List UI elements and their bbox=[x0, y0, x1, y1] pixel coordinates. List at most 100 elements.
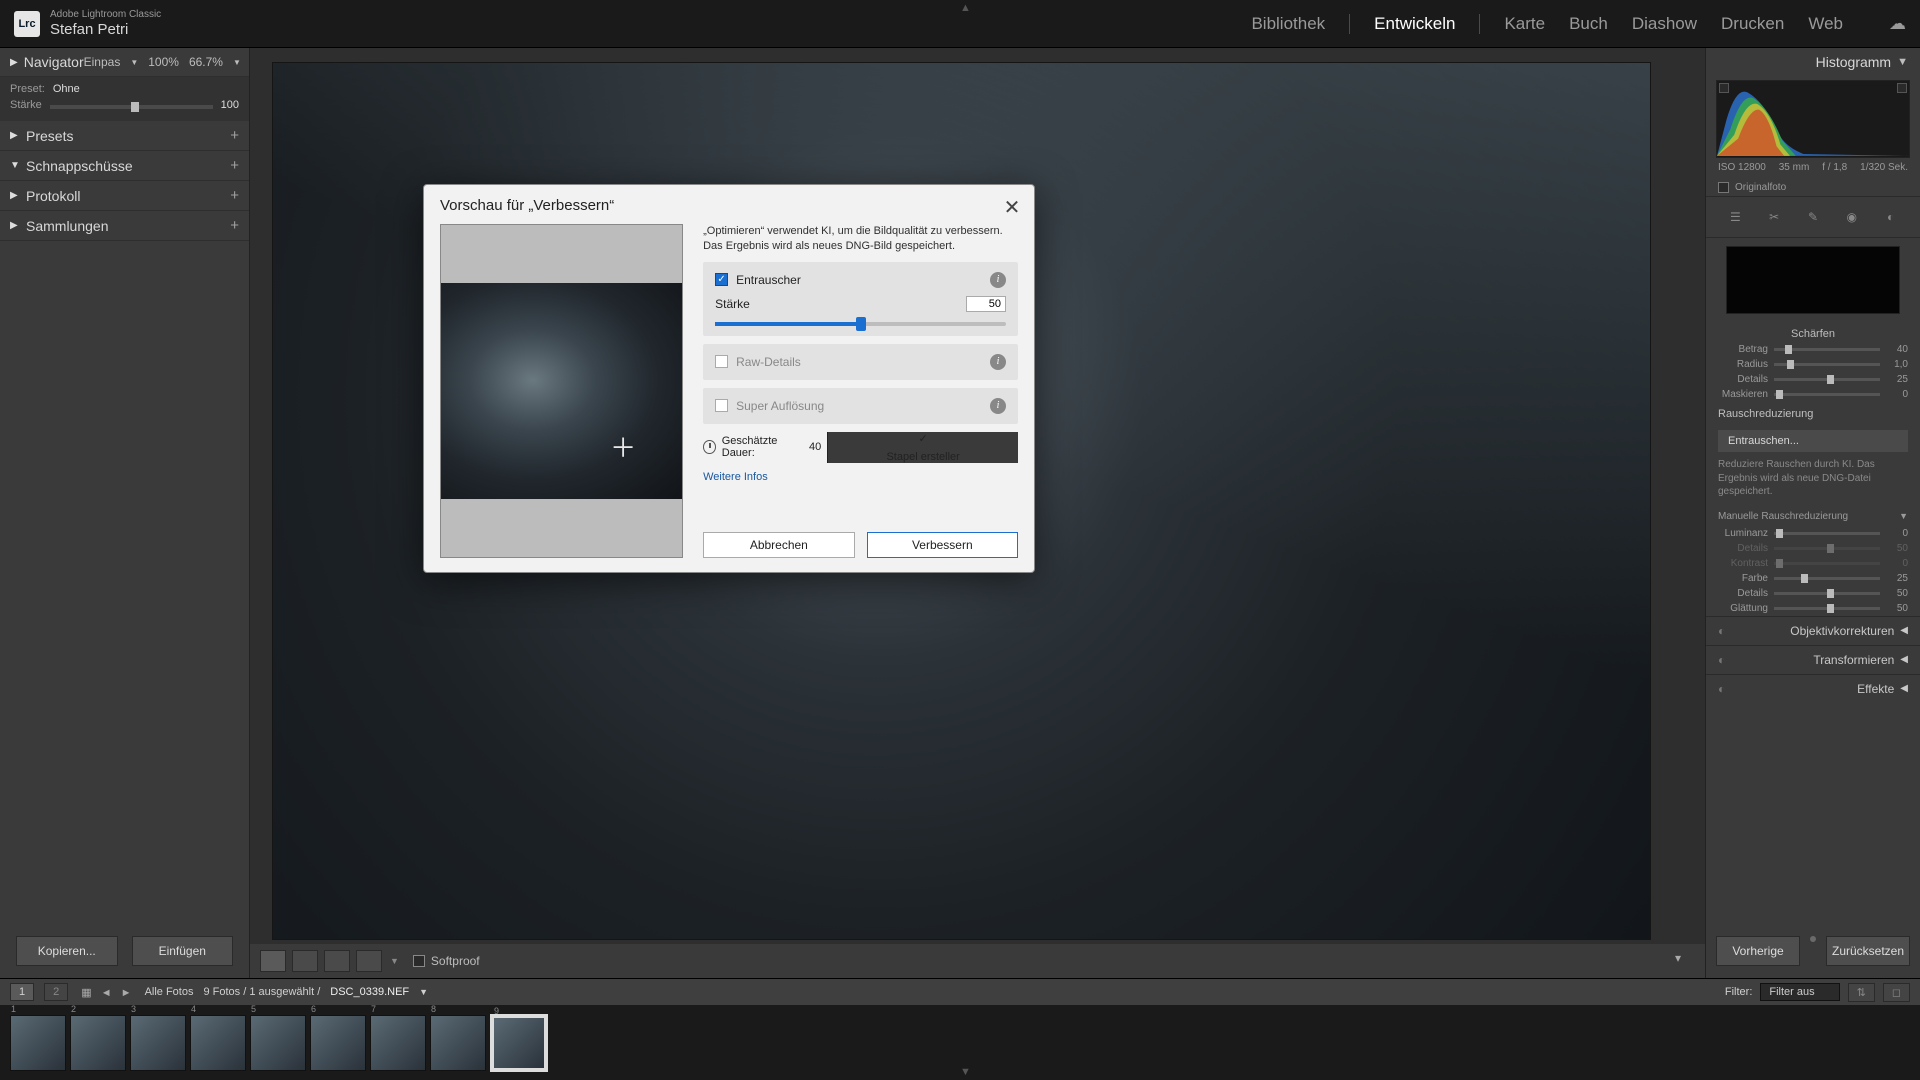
panel-protokoll[interactable]: ▶Protokoll+ bbox=[0, 181, 249, 211]
zoom-fit[interactable]: Einpas bbox=[84, 55, 121, 69]
sharpen-maskieren[interactable]: Maskieren0 bbox=[1706, 387, 1920, 402]
view-loupe-button[interactable] bbox=[260, 950, 286, 972]
softproof-toggle[interactable]: Softproof bbox=[413, 954, 480, 968]
panel-presets[interactable]: ▶Presets+ bbox=[0, 121, 249, 151]
info-icon[interactable]: i bbox=[990, 354, 1006, 370]
filter-toggle-icon[interactable]: ◻ bbox=[1883, 983, 1910, 1002]
info-icon[interactable]: i bbox=[990, 398, 1006, 414]
module-web[interactable]: Web bbox=[1808, 14, 1843, 34]
thumbnail[interactable]: 1 bbox=[10, 1015, 66, 1071]
navigator-header[interactable]: ▶ Navigator Einpas ▼ 100% 66.7% ▼ bbox=[0, 48, 249, 77]
heal-icon[interactable]: ✎ bbox=[1801, 205, 1825, 229]
create-stack-checkbox[interactable]: ✓ bbox=[919, 432, 928, 445]
module-bibliothek[interactable]: Bibliothek bbox=[1251, 14, 1325, 34]
denoise-button[interactable]: Entrauschen... bbox=[1718, 430, 1908, 452]
thumbnail[interactable]: 7 bbox=[370, 1015, 426, 1071]
eye-icon[interactable]: ◐ bbox=[1718, 653, 1725, 667]
noise-luminanz[interactable]: Luminanz0 bbox=[1706, 526, 1920, 541]
detail-preview[interactable] bbox=[1726, 246, 1900, 314]
info-icon[interactable]: i bbox=[990, 272, 1006, 288]
mask-icon[interactable]: ◐ bbox=[1879, 205, 1903, 229]
chevron-down-icon[interactable]: ▼ bbox=[419, 987, 428, 997]
strength-slider[interactable] bbox=[715, 322, 1006, 326]
preset-amount-slider[interactable] bbox=[50, 105, 213, 109]
slider-track[interactable] bbox=[1774, 378, 1880, 381]
zoom-66[interactable]: 66.7% bbox=[189, 55, 223, 69]
cancel-button[interactable]: Abbrechen bbox=[703, 532, 854, 558]
section-objektivkorrekturen[interactable]: ◐Objektivkorrekturen◀ bbox=[1706, 616, 1920, 645]
eye-icon[interactable]: ◐ bbox=[1718, 682, 1725, 696]
chevron-down-icon[interactable]: ▼ bbox=[390, 956, 399, 966]
nav-fwd-icon[interactable]: ► bbox=[121, 987, 132, 999]
slider-track[interactable] bbox=[1774, 393, 1880, 396]
module-entwickeln[interactable]: Entwickeln bbox=[1374, 14, 1455, 34]
view-before-after-lr-button[interactable] bbox=[292, 950, 318, 972]
breadcrumb-path[interactable]: Alle Fotos bbox=[145, 986, 194, 998]
toolbar-menu-icon[interactable]: ▾ bbox=[1675, 951, 1695, 971]
grid-icon[interactable]: ▦ bbox=[81, 987, 91, 999]
slider-track[interactable] bbox=[1774, 607, 1880, 610]
slider-track[interactable] bbox=[1774, 532, 1880, 535]
super-resolution-checkbox[interactable] bbox=[715, 399, 728, 412]
monitor-tab-2[interactable]: 2 bbox=[44, 983, 68, 1001]
more-info-link[interactable]: Weitere Infos bbox=[703, 471, 1018, 483]
thumbnail[interactable]: 9 bbox=[490, 1014, 548, 1072]
section-transformieren[interactable]: ◐Transformieren◀ bbox=[1706, 645, 1920, 674]
plus-icon[interactable]: + bbox=[230, 187, 239, 204]
original-photo-row[interactable]: Originalfoto bbox=[1706, 179, 1920, 196]
plus-icon[interactable]: + bbox=[230, 157, 239, 174]
redeye-icon[interactable]: ◉ bbox=[1840, 205, 1864, 229]
chevron-down-icon[interactable]: ▼ bbox=[130, 58, 138, 67]
slider-track[interactable] bbox=[1774, 577, 1880, 580]
module-diashow[interactable]: Diashow bbox=[1632, 14, 1697, 34]
preset-value[interactable]: Ohne bbox=[53, 83, 80, 95]
original-photo-checkbox[interactable] bbox=[1718, 182, 1729, 193]
thumbnail[interactable]: 4 bbox=[190, 1015, 246, 1071]
sharpen-details[interactable]: Details25 bbox=[1706, 372, 1920, 387]
noise-farbe[interactable]: Farbe25 bbox=[1706, 571, 1920, 586]
edit-sliders-icon[interactable]: ☰ bbox=[1723, 205, 1747, 229]
close-icon[interactable]: ✕ bbox=[1000, 195, 1024, 219]
thumbnail[interactable]: 5 bbox=[250, 1015, 306, 1071]
nav-back-icon[interactable]: ◄ bbox=[101, 987, 112, 999]
denoise-checkbox[interactable]: ✓ bbox=[715, 273, 728, 286]
sharpen-radius[interactable]: Radius1,0 bbox=[1706, 357, 1920, 372]
panel-schnappschüsse[interactable]: ▼Schnappschüsse+ bbox=[0, 151, 249, 181]
module-drucken[interactable]: Drucken bbox=[1721, 14, 1784, 34]
section-effekte[interactable]: ◐Effekte◀ bbox=[1706, 674, 1920, 703]
previous-button[interactable]: Vorherige bbox=[1716, 936, 1800, 966]
bottom-edge-grip[interactable]: ▼ bbox=[960, 1066, 971, 1078]
thumbnail[interactable]: 8 bbox=[430, 1015, 486, 1071]
sharpen-betrag[interactable]: Betrag40 bbox=[1706, 342, 1920, 357]
enhance-preview-image[interactable]: ＋ bbox=[440, 224, 683, 558]
reset-button[interactable]: Zurücksetzen bbox=[1826, 936, 1910, 966]
manual-noise-header[interactable]: Manuelle Rauschreduzierung ▼ bbox=[1706, 507, 1920, 526]
plus-icon[interactable]: + bbox=[230, 127, 239, 144]
filter-lock-icon[interactable]: ⇅ bbox=[1848, 983, 1875, 1002]
slider-track[interactable] bbox=[1774, 592, 1880, 595]
softproof-checkbox[interactable] bbox=[413, 955, 425, 967]
chevron-down-icon[interactable]: ▼ bbox=[233, 58, 241, 67]
slider-track[interactable] bbox=[1774, 348, 1880, 351]
paste-button[interactable]: Einfügen bbox=[132, 936, 234, 966]
copy-button[interactable]: Kopieren... bbox=[16, 936, 118, 966]
slider-track[interactable] bbox=[1774, 363, 1880, 366]
plus-icon[interactable]: + bbox=[230, 217, 239, 234]
zoom-100[interactable]: 100% bbox=[148, 55, 179, 69]
module-buch[interactable]: Buch bbox=[1569, 14, 1608, 34]
top-edge-grip[interactable]: ▲ bbox=[960, 2, 971, 14]
histogram-header[interactable]: Histogramm ▼ bbox=[1706, 48, 1920, 74]
panel-sammlungen[interactable]: ▶Sammlungen+ bbox=[0, 211, 249, 241]
histogram-plot[interactable] bbox=[1716, 80, 1910, 158]
noise-glättung[interactable]: Glättung50 bbox=[1706, 601, 1920, 616]
view-before-after-tb-button[interactable] bbox=[324, 950, 350, 972]
thumbnail[interactable]: 3 bbox=[130, 1015, 186, 1071]
cloud-sync-icon[interactable]: ☁ bbox=[1889, 14, 1906, 34]
strength-input[interactable] bbox=[966, 296, 1006, 312]
crop-icon[interactable]: ✂ bbox=[1762, 205, 1786, 229]
view-y-button[interactable] bbox=[356, 950, 382, 972]
thumbnail[interactable]: 6 bbox=[310, 1015, 366, 1071]
thumbnail[interactable]: 2 bbox=[70, 1015, 126, 1071]
filter-dropdown[interactable]: Filter aus bbox=[1760, 983, 1839, 1001]
monitor-tab-1[interactable]: 1 bbox=[10, 983, 34, 1001]
